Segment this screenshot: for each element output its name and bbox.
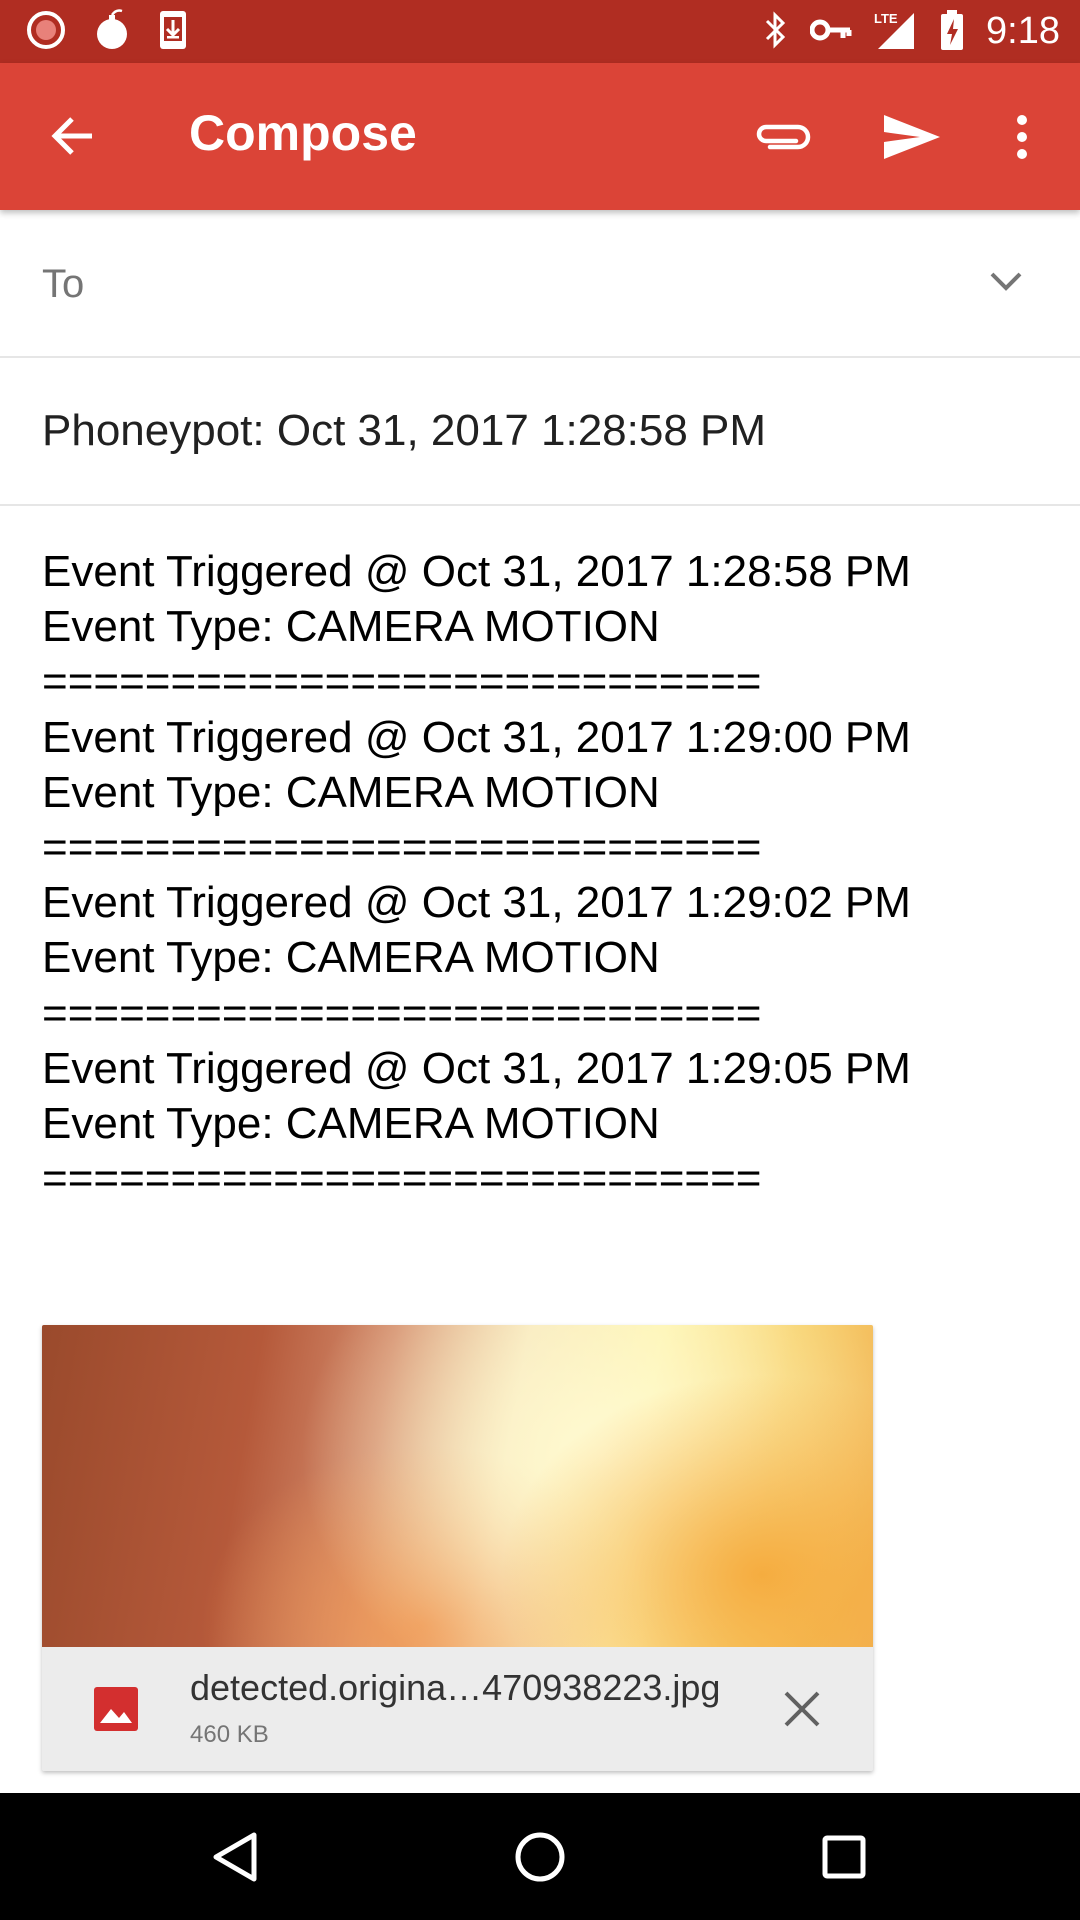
more-options-button[interactable] — [1000, 107, 1044, 167]
chevron-down-icon — [990, 272, 1022, 291]
attachment-card[interactable]: detected.origina…470938223.jpg 460 KB — [42, 1325, 873, 1771]
remove-attachment-button[interactable] — [778, 1685, 826, 1733]
attachment-file-name: detected.origina…470938223.jpg — [190, 1667, 721, 1708]
circle-home-icon — [515, 1832, 565, 1882]
attach-button[interactable] — [752, 107, 814, 167]
more-vert-icon — [1017, 115, 1027, 159]
status-time: 9:18 — [986, 10, 1060, 52]
to-label: To — [42, 262, 85, 306]
send-icon — [884, 115, 940, 159]
svg-text:LTE: LTE — [874, 11, 898, 26]
status-notifications — [26, 8, 188, 55]
status-bar: LTE 9:18 — [0, 0, 1080, 63]
nav-back-button[interactable] — [204, 1825, 268, 1889]
attachment-file-size: 460 KB — [190, 1721, 269, 1748]
square-recents-icon — [822, 1835, 866, 1879]
to-field[interactable]: To — [0, 210, 1080, 358]
bomb-icon — [94, 8, 130, 55]
close-icon — [784, 1691, 820, 1727]
navigation-bar — [0, 1793, 1080, 1920]
back-button[interactable] — [44, 106, 104, 166]
attach-icon — [756, 124, 811, 150]
send-button[interactable] — [880, 107, 944, 167]
signal-lte-icon: LTE — [874, 9, 918, 55]
page-title: Compose — [189, 105, 417, 161]
app-bar: Compose — [0, 63, 1080, 210]
expand-recipients-button[interactable] — [986, 268, 1026, 296]
battery-charging-icon — [940, 9, 964, 55]
attachment-info: detected.origina…470938223.jpg 460 KB — [42, 1647, 873, 1771]
message-body[interactable]: Event Triggered @ Oct 31, 2017 1:28:58 P… — [42, 544, 1042, 1206]
bluetooth-icon — [762, 10, 788, 54]
arrow-back-icon — [51, 117, 92, 155]
attachment-preview-image[interactable] — [42, 1325, 873, 1647]
vpn-key-icon — [809, 18, 852, 46]
download-phone-icon — [158, 9, 188, 55]
status-system: LTE 9:18 — [762, 0, 1060, 63]
triangle-back-icon — [213, 1832, 257, 1882]
subject-field[interactable]: Phoneypot: Oct 31, 2017 1:28:58 PM — [0, 358, 1080, 506]
subject-text[interactable]: Phoneypot: Oct 31, 2017 1:28:58 PM — [42, 406, 766, 456]
nav-recents-button[interactable] — [812, 1825, 876, 1889]
nav-home-button[interactable] — [508, 1825, 572, 1889]
circle-record-icon — [26, 10, 66, 54]
image-file-icon — [92, 1685, 140, 1733]
